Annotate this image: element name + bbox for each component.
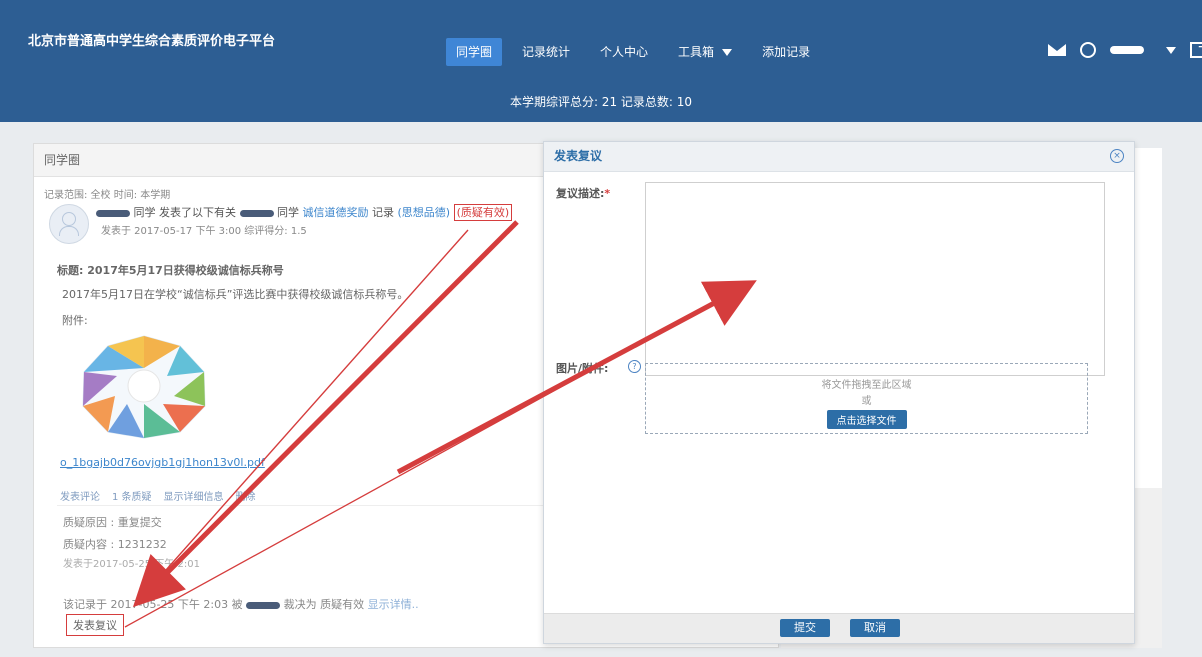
- platform-title: 北京市普通高中学生综合素质评价电子平台: [28, 34, 276, 49]
- header-actions: [1048, 36, 1202, 64]
- close-icon[interactable]: ×: [1110, 149, 1124, 163]
- nav-toolbox-label: 工具箱: [678, 45, 715, 59]
- masked-student-name: [96, 209, 130, 217]
- user-name-mask: [1110, 46, 1144, 54]
- record-word: 记录: [372, 206, 394, 219]
- record-story: 同学 发表了以下有关 同学 诚信道德奖励 记录 (思想品德) (质疑有效): [96, 204, 513, 221]
- challenge-reason: 质疑原因 : 重复提交: [63, 516, 162, 529]
- description-label: 复议描述:*: [556, 187, 611, 200]
- feed-filters: 记录范围: 全校 时间: 本学期: [44, 190, 171, 201]
- decision-line: 该记录于 2017-05-25 下午 2:03 被 裁决为 质疑有效 显示详情.…: [63, 596, 419, 612]
- story-text-2: 同学: [277, 206, 299, 219]
- submit-button[interactable]: 提交: [780, 619, 830, 637]
- appeal-description-input[interactable]: [645, 182, 1105, 376]
- record-actions: 发表评论 1 条质疑 显示详细信息 删除: [60, 488, 256, 503]
- attachments-label: 图片/附件:: [556, 362, 609, 375]
- user-icon[interactable]: [1080, 42, 1096, 58]
- drop-text: 将文件拖拽至此区域: [821, 380, 912, 391]
- avatar: [49, 204, 89, 244]
- mail-icon[interactable]: [1048, 44, 1066, 56]
- comment-button[interactable]: 发表评论: [60, 488, 100, 503]
- chevron-down-icon: [722, 49, 733, 56]
- file-drop-zone[interactable]: 将文件拖拽至此区域 或 点击选择文件: [645, 363, 1088, 434]
- decision-result: 质疑有效: [320, 598, 365, 611]
- story-text: 同学 发表了以下有关: [133, 206, 237, 219]
- masked-student-name-2: [239, 209, 274, 217]
- challenge-status-tag: (质疑有效): [453, 204, 513, 221]
- nav-record-stats[interactable]: 记录统计: [512, 38, 580, 66]
- top-navigation-bar: 北京市普通高中学生综合素质评价电子平台 同学圈 记录统计 个人中心 工具箱 添加…: [0, 0, 1202, 122]
- appeal-button[interactable]: 发表复议: [66, 614, 124, 636]
- nav-classmates[interactable]: 同学圈: [446, 38, 503, 66]
- category-link[interactable]: 诚信道德奖励: [303, 206, 369, 219]
- record-title: 标题: 2017年5月17日获得校级诚信标兵称号: [57, 264, 284, 277]
- challenge-count-button[interactable]: 1 条质疑: [112, 488, 152, 503]
- modal-footer: 提交 取消: [544, 613, 1134, 643]
- attachment-image[interactable]: [59, 332, 229, 440]
- record-body: 2017年5月17日在学校“诚信标兵”评选比赛中获得校级诚信标兵称号。: [62, 288, 409, 301]
- help-icon[interactable]: ?: [628, 360, 641, 373]
- user-dropdown-icon[interactable]: [1166, 46, 1176, 54]
- nav-personal-center[interactable]: 个人中心: [590, 38, 658, 66]
- challenge-time: 发表于2017-05-25 下午 2:01: [63, 559, 200, 570]
- choose-file-button[interactable]: 点击选择文件: [826, 410, 907, 429]
- moral-tag: (思想品德): [397, 206, 451, 219]
- record-meta: 发表于 2017-05-17 下午 3:00 综评得分: 1.5: [101, 226, 307, 237]
- masked-judge-name: [246, 601, 281, 609]
- logout-icon[interactable]: [1190, 39, 1202, 58]
- nav-toolbox[interactable]: 工具箱: [668, 38, 742, 66]
- show-decision-details-link[interactable]: 显示详情..: [368, 598, 419, 611]
- modal-title: 发表复议: [544, 142, 1134, 172]
- attachment-label: 附件:: [62, 314, 88, 327]
- pdf-attachment-link[interactable]: o_1bgajb0d76ovjgb1gj1hon13v0l.pdf: [60, 456, 265, 469]
- decision-text: 该记录于 2017-05-25 下午 2:03 被: [63, 598, 243, 611]
- cancel-button[interactable]: 取消: [850, 619, 900, 637]
- or-text: 或: [861, 396, 872, 407]
- show-details-button[interactable]: 显示详细信息: [164, 488, 224, 503]
- semester-summary: 本学期综评总分: 21 记录总数: 10: [509, 95, 693, 109]
- nav-add-record[interactable]: 添加记录: [752, 38, 820, 66]
- delete-button[interactable]: 删除: [236, 488, 256, 503]
- appeal-modal: 发表复议 × 复议描述:* 图片/附件: ? 将文件拖拽至此区域 或 点击选择文…: [543, 141, 1135, 644]
- main-navigation: 同学圈 记录统计 个人中心 工具箱 添加记录: [446, 38, 820, 66]
- challenge-content: 质疑内容 : 1231232: [63, 538, 167, 551]
- decision-text-2: 裁决为: [283, 598, 317, 611]
